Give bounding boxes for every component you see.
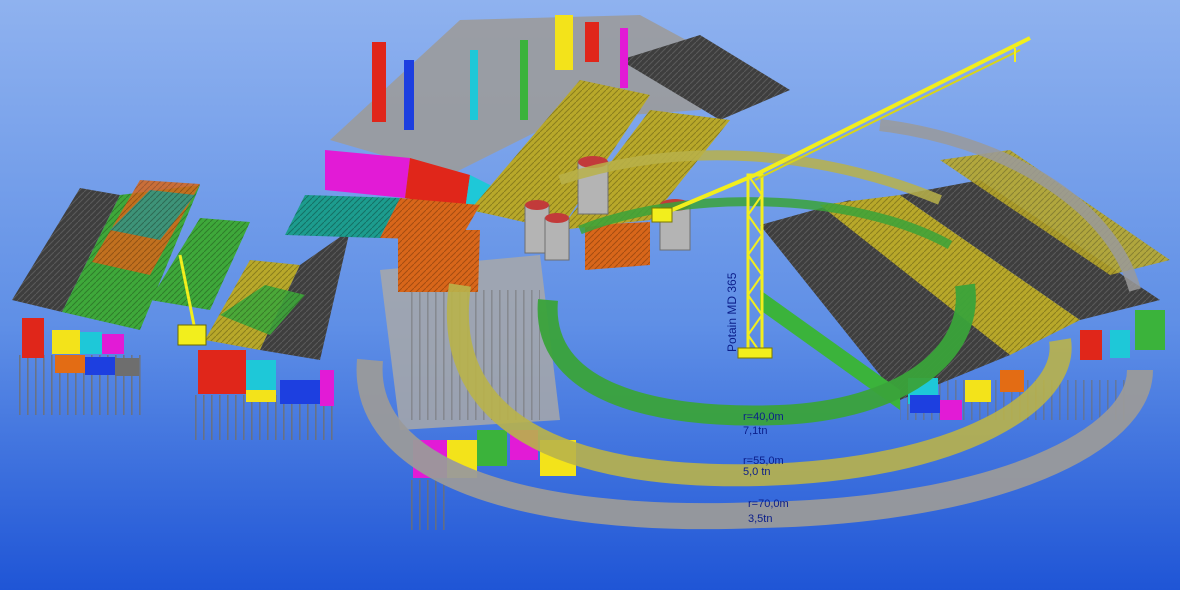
radius-40-label: r=40,0m [743,411,784,423]
tower-crane-base [737,347,773,359]
left-wing-facade-yellow [52,330,80,354]
left-wing-facade-cyan [80,332,102,354]
left-centre-facade-yellow [246,390,276,402]
north-column-cyan [470,50,478,120]
left-centre-facade-cyan [246,360,276,390]
tower-crane-model-label: Potain MD 365 [725,272,739,352]
radius-40-load: 7,1tn [743,425,767,437]
right-wing-facade-blue [910,395,940,413]
right-wing-facade-cyan-2 [1110,330,1130,358]
right-wing-facade-magenta [940,400,962,420]
north-column-blue [404,60,414,130]
tower-crane-counterweight [651,207,673,223]
right-wing-facade-red [1080,330,1102,360]
north-column-magenta [620,28,628,88]
left-centre-facade-red [198,350,246,394]
right-wing-facade-yellow [965,380,991,402]
left-wing-facade-orange [55,355,85,373]
left-wing-facade-magenta [102,334,124,354]
left-centre-facade-magenta [320,370,334,406]
radius-70-label: r=70,0m [748,498,789,510]
radius-70-load: 3,5tn [748,513,772,525]
left-wing-facade-grey [115,358,139,376]
left-centre-facade-blue [280,380,320,404]
radius-55-load: 5,0 tn [743,466,771,478]
north-column-yellow [555,15,573,70]
silo-2-top [525,200,549,210]
north-column-red [372,42,386,122]
south-building-piles [410,480,450,530]
north-column-green [520,40,528,120]
central-teal-roof [285,195,400,238]
right-wing-facade-green-2 [1135,310,1165,350]
south-facade-green [477,430,507,466]
silo-3-top [545,213,569,223]
bim-model-viewport[interactable]: Potain MD 365 r=40,0m 7,1tn r=55,0m 5,0 … [0,0,1180,590]
north-column-red-2 [585,22,599,62]
right-wing-facade-orange [1000,370,1024,392]
mobile-crane-body [177,324,207,346]
left-wing-facade-red [22,318,44,358]
left-wing-facade-blue [85,357,115,375]
silo-3 [544,217,570,261]
central-facade-magenta [325,150,410,198]
